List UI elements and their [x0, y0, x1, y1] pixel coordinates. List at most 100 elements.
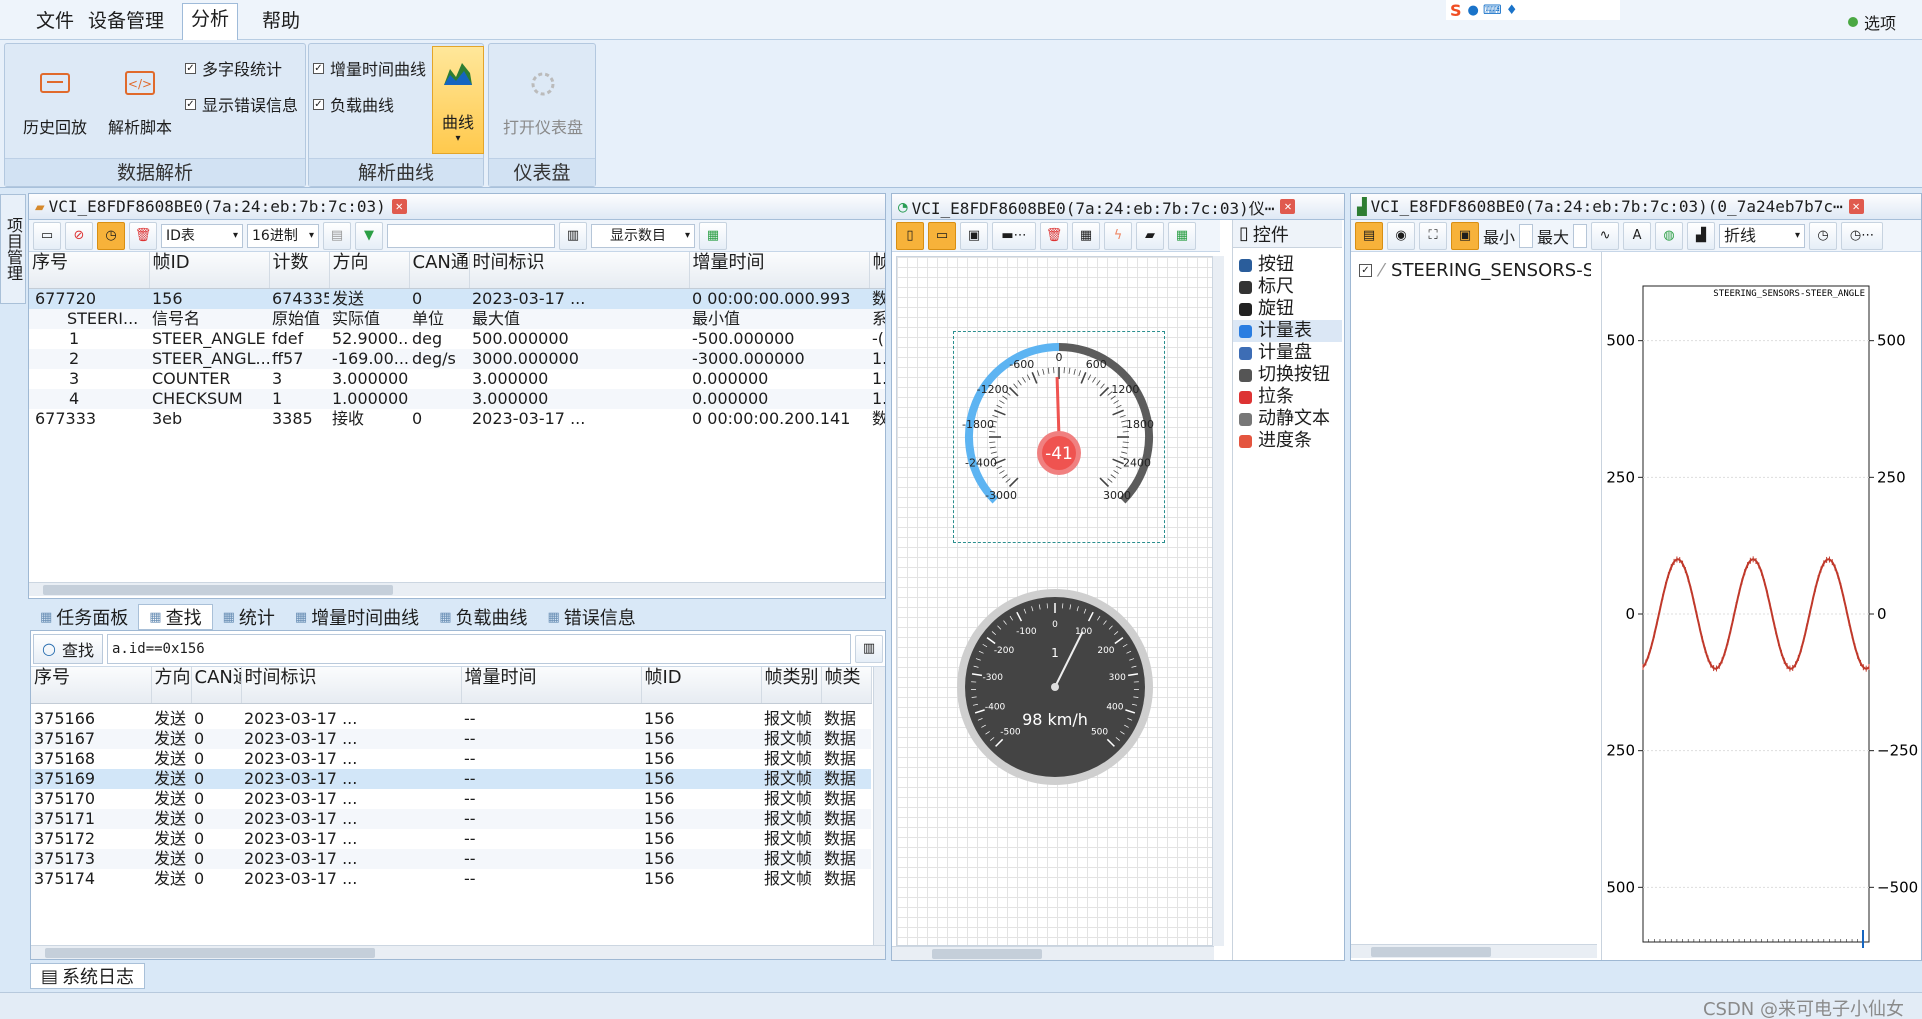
table-row[interactable]: 375173 发送 0 2023-03-17 ... -- 156 报文帧 数据: [31, 849, 871, 869]
flash-icon[interactable]: ϟ: [1104, 221, 1132, 250]
column-header[interactable]: 时间标识: [241, 667, 462, 704]
search-button[interactable]: ○ 查找: [33, 633, 103, 664]
search-query-input[interactable]: a.id==0x156: [106, 633, 851, 664]
align-icon[interactable]: ▬⋯: [992, 221, 1036, 250]
options-button[interactable]: 选项: [1848, 10, 1896, 34]
chart-icon[interactable]: ▥: [559, 221, 587, 250]
clear-icon[interactable]: ▭: [33, 221, 61, 250]
column-header[interactable]: 帧类: [821, 667, 872, 704]
more-icon[interactable]: ◷⋯: [1841, 221, 1884, 250]
bottom-tab[interactable]: ▦ 任务面板: [30, 604, 138, 630]
table-row[interactable]: 375174 发送 0 2023-03-17 ... -- 156 报文帧 数据: [31, 869, 871, 889]
signal-list-item[interactable]: ✓ ⁄ STEERING_SENSORS-S: [1359, 260, 1591, 281]
wave-icon[interactable]: ∿: [1591, 221, 1620, 250]
column-header[interactable]: 帧ID: [149, 252, 270, 289]
curve-tab[interactable]: ▟ VCI_E8FDF8608BE0(7a:24:eb:7b:7c:03)(0_…: [1351, 194, 1921, 220]
min-input[interactable]: [1519, 223, 1534, 248]
axis-icon[interactable]: ▟: [1687, 221, 1716, 250]
column-header[interactable]: 增量时间: [461, 667, 642, 704]
design-canvas[interactable]: -3000 -2400 -1800 -1200 -600 0 600 1200 1800 2400…: [896, 256, 1214, 946]
save-icon[interactable]: ▤: [323, 221, 351, 250]
folder-icon[interactable]: ▰: [1136, 221, 1164, 250]
control-item[interactable]: 标尺: [1233, 276, 1342, 298]
curve-menu-icon[interactable]: ▤: [1355, 221, 1383, 250]
bottom-tab[interactable]: ▦ 负载曲线: [429, 604, 537, 630]
table-row[interactable]: STEERI... 信号名 原始值实际值 单位 最大值 最小值 系: [29, 308, 885, 329]
column-header[interactable]: 方向: [151, 667, 192, 704]
table-row[interactable]: 375171 发送 0 2023-03-17 ... -- 156 报文帧 数据: [31, 809, 871, 829]
canvas-hscroll[interactable]: [892, 946, 1214, 960]
multi-field-stat-checkbox[interactable]: ✓ 多字段统计: [185, 56, 282, 80]
menu-help[interactable]: 帮助: [254, 6, 308, 36]
search-vscroll[interactable]: [873, 667, 885, 945]
copy-icon[interactable]: ▣: [960, 221, 988, 250]
bottom-tab[interactable]: ▦ 查找: [138, 604, 213, 630]
search-chart-icon[interactable]: ▥: [855, 634, 883, 663]
close-icon[interactable]: ✕: [391, 199, 407, 214]
controls-tab[interactable]: ▯ 控件: [1233, 220, 1342, 248]
cursor-icon[interactable]: A: [1623, 221, 1652, 250]
signal-hscroll[interactable]: [1351, 944, 1597, 958]
control-item[interactable]: 计量盘: [1233, 342, 1342, 364]
eye-icon[interactable]: ◉: [1387, 221, 1415, 250]
curve-button[interactable]: 曲线 ▾: [432, 46, 484, 154]
control-item[interactable]: 按钮: [1233, 254, 1342, 276]
incremental-time-curve-checkbox[interactable]: ✓ 增量时间曲线: [313, 56, 426, 80]
stop-icon[interactable]: ⊘: [65, 221, 93, 250]
show-error-checkbox[interactable]: ✓ 显示错误信息: [185, 92, 298, 116]
system-log-tab[interactable]: ▤ 系统日志: [30, 963, 146, 989]
table-row[interactable]: 375166 发送 0 2023-03-17 ... -- 156 报文帧 数据: [31, 709, 871, 729]
control-item[interactable]: 计量表: [1233, 320, 1342, 342]
timer-icon[interactable]: ◷: [1809, 221, 1838, 250]
canvas-vscroll[interactable]: [1212, 256, 1224, 946]
table-row[interactable]: 3 COUNTER 3 3.000000 3.000000 0.000000 1.: [29, 369, 885, 389]
delete-icon[interactable]: 🗑: [129, 221, 157, 250]
fit-icon[interactable]: ⛶: [1419, 221, 1447, 250]
column-header[interactable]: 序号: [29, 252, 150, 289]
project-management-tab[interactable]: 项目管理: [0, 194, 26, 304]
column-header[interactable]: 时间标识: [469, 252, 690, 289]
history-replay-button[interactable]: 历史回放: [15, 56, 95, 138]
table-row[interactable]: 375169 发送 0 2023-03-17 ... -- 156 报文帧 数据: [31, 769, 871, 789]
bottom-tab[interactable]: ▦ 统计: [213, 604, 285, 630]
close-icon[interactable]: ✕: [1280, 199, 1296, 214]
search-hscroll[interactable]: [31, 945, 885, 959]
table-row[interactable]: 677720 156 674335 发送 0 2023-03-17 ... 0 00:00:…: [29, 288, 885, 309]
gauge-speed[interactable]: -500 -400 -300 -200-100 0 100 200 300 400 500 1 98 …: [955, 587, 1155, 787]
menu-file[interactable]: 文件: [28, 6, 82, 36]
column-header[interactable]: 方向: [329, 252, 410, 289]
control-item[interactable]: 动静文本: [1233, 408, 1342, 430]
radix-select[interactable]: 16进制: [247, 223, 319, 248]
message-list-tab[interactable]: ▰ VCI_E8FDF8608BE0(7a:24:eb:7b:7c:03) ✕: [29, 194, 885, 220]
overlay-icon[interactable]: ▣: [1451, 221, 1479, 250]
column-header[interactable]: CAN通: [409, 252, 470, 289]
pause-icon[interactable]: ◷: [97, 221, 125, 250]
table-row[interactable]: 375170 发送 0 2023-03-17 ... -- 156 报文帧 数据: [31, 789, 871, 809]
delete-icon[interactable]: 🗑: [1040, 221, 1068, 250]
menu-analysis[interactable]: 分析: [182, 3, 239, 41]
dashboard-tab[interactable]: ◔ VCI_E8FDF8608BE0(7a:24:eb:7b:7c:03)仪⋯ …: [892, 194, 1344, 220]
table-row[interactable]: 1 STEER_ANGLE fdef 52.9000... deg 500.000000 -…: [29, 329, 885, 349]
control-item[interactable]: 旋钮: [1233, 298, 1342, 320]
table-row[interactable]: 2 STEER_ANGL... ff57 -169.00... deg/s 3000.00…: [29, 348, 885, 369]
control-item[interactable]: 切换按钮: [1233, 364, 1342, 386]
column-header[interactable]: 帧: [869, 252, 885, 289]
column-header[interactable]: 帧ID: [641, 667, 762, 704]
message-hscroll[interactable]: [29, 582, 885, 596]
table-row[interactable]: 375167 发送 0 2023-03-17 ... -- 156 报文帧 数据: [31, 729, 871, 749]
color-icon[interactable]: ◍: [1655, 221, 1684, 250]
save-icon[interactable]: ▦: [1168, 221, 1196, 250]
new-icon[interactable]: ▯: [896, 221, 924, 250]
table-row[interactable]: 375172 发送 0 2023-03-17 ... -- 156 报文帧 数据: [31, 829, 871, 849]
export-icon[interactable]: ▦: [699, 221, 727, 250]
bottom-tab[interactable]: ▦ 错误信息: [537, 604, 645, 630]
image-icon[interactable]: ▭: [928, 221, 956, 250]
filter-icon[interactable]: ▼: [355, 221, 383, 250]
column-header[interactable]: CAN通: [191, 667, 242, 704]
curve-mode-select[interactable]: 折线: [1719, 223, 1806, 248]
table-row[interactable]: 4 CHECKSUM 1 1.000000 3.000000 0.000000 1.: [29, 388, 885, 409]
steer-angle-chart[interactable]: STEERING_SENSORS-STEER_ANGLE 500 500 250 250…: [1605, 252, 1921, 960]
column-header[interactable]: 帧类别: [761, 667, 822, 704]
id-table-select[interactable]: ID表: [161, 223, 243, 248]
splitter[interactable]: [1601, 252, 1602, 960]
